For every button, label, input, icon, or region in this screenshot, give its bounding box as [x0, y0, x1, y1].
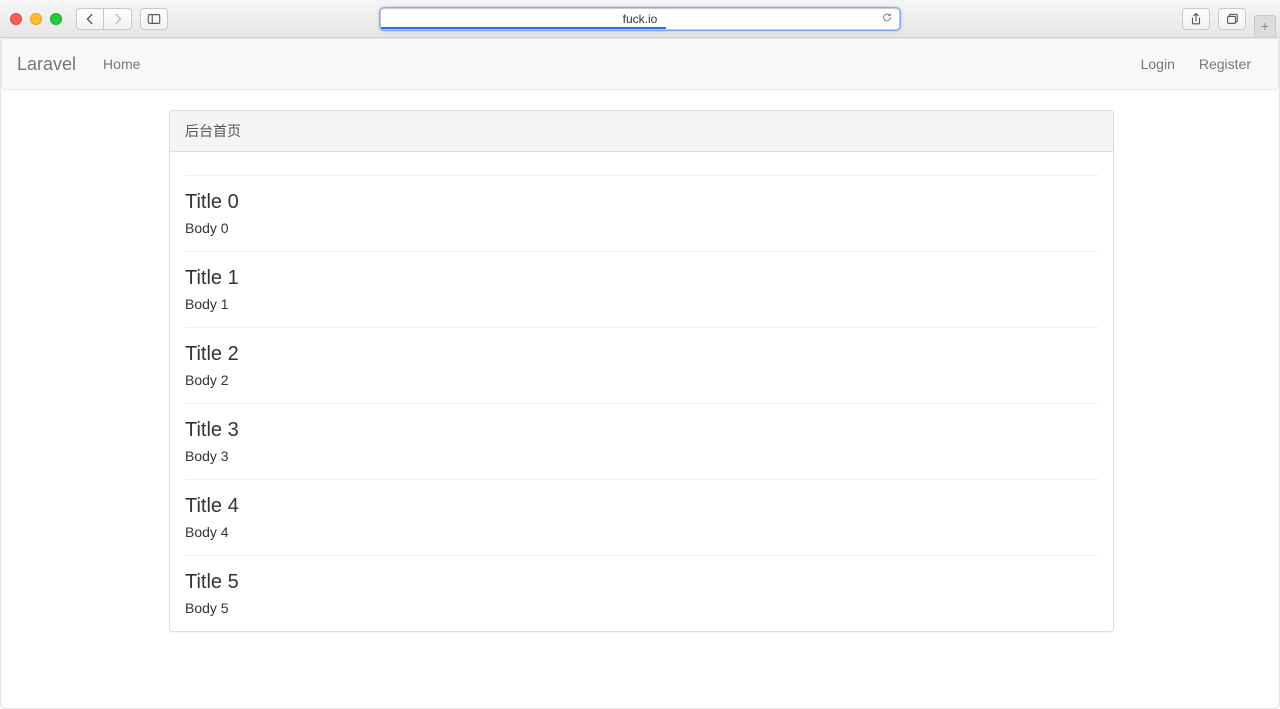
new-tab-button[interactable]: +	[1254, 15, 1276, 37]
back-button[interactable]	[76, 8, 104, 30]
post-title: Title 1	[185, 267, 1098, 290]
tabs-button[interactable]	[1218, 8, 1246, 30]
address-bar-text: fuck.io	[623, 12, 658, 26]
post-title: Title 2	[185, 343, 1098, 366]
navbar-brand[interactable]: Laravel	[17, 39, 76, 89]
post-item: Title 4 Body 4	[185, 479, 1098, 555]
share-button[interactable]	[1182, 8, 1210, 30]
post-title: Title 3	[185, 419, 1098, 442]
post-title: Title 0	[185, 191, 1098, 214]
address-bar[interactable]: fuck.io	[380, 8, 900, 30]
nav-back-forward	[76, 8, 132, 30]
chevron-right-icon	[111, 12, 125, 26]
share-icon	[1189, 12, 1203, 26]
post-body: Body 2	[185, 372, 1098, 388]
post-body: Body 5	[185, 600, 1098, 616]
sidebar-icon	[147, 12, 161, 26]
post-item: Title 2 Body 2	[185, 327, 1098, 403]
nav-link-login[interactable]: Login	[1129, 41, 1187, 87]
post-body: Body 1	[185, 296, 1098, 312]
panel-heading: 后台首页	[170, 111, 1113, 152]
post-body: Body 4	[185, 524, 1098, 540]
window-close-button[interactable]	[10, 13, 22, 25]
loading-progress-bar	[381, 27, 899, 29]
post-item: Title 5 Body 5	[185, 555, 1098, 631]
post-body: Body 0	[185, 220, 1098, 236]
window-minimize-button[interactable]	[30, 13, 42, 25]
browser-toolbar: fuck.io +	[0, 0, 1280, 38]
tabs-icon	[1225, 12, 1239, 26]
nav-link-register[interactable]: Register	[1187, 41, 1263, 87]
post-title: Title 5	[185, 571, 1098, 594]
post-item: Title 1 Body 1	[185, 251, 1098, 327]
dashboard-panel: 后台首页 Title 0 Body 0 Title 1 Body 1 Title 2 Bo…	[169, 110, 1114, 632]
post-title: Title 4	[185, 495, 1098, 518]
sidebar-toggle-button[interactable]	[140, 8, 168, 30]
forward-button[interactable]	[104, 8, 132, 30]
post-item: Title 3 Body 3	[185, 403, 1098, 479]
window-controls	[10, 13, 62, 25]
post-item: Title 0 Body 0	[185, 175, 1098, 251]
window-zoom-button[interactable]	[50, 13, 62, 25]
reload-icon[interactable]	[881, 12, 893, 27]
post-body: Body 3	[185, 448, 1098, 464]
app-navbar: Laravel Home Login Register	[1, 38, 1279, 90]
chevron-left-icon	[83, 12, 97, 26]
nav-link-home[interactable]: Home	[91, 41, 152, 87]
posts-list: Title 0Body 0Title 1Body 1Title 2Body 2T…	[170, 152, 1113, 631]
page-viewport: Laravel Home Login Register 后台首页 Title 0…	[0, 38, 1280, 709]
plus-icon: +	[1261, 18, 1269, 34]
